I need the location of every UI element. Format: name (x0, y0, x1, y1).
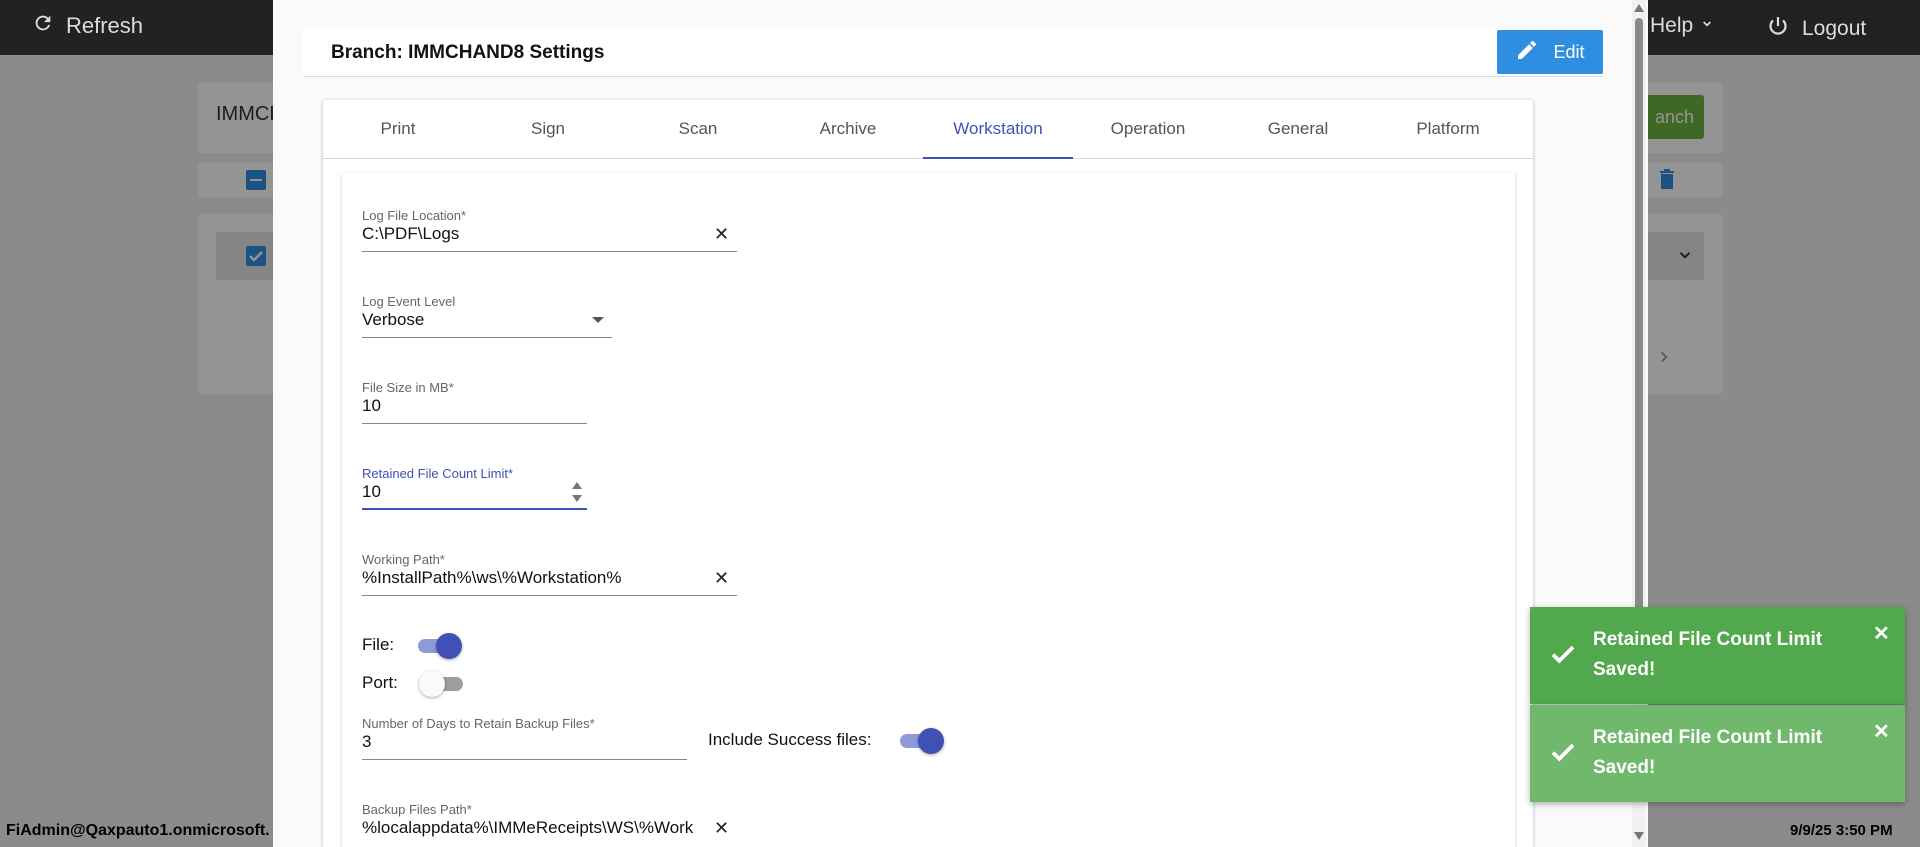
chevron-down-icon (1699, 14, 1715, 38)
clear-icon[interactable]: ✕ (714, 568, 729, 589)
file-toggle-row: File: (362, 633, 562, 665)
log-file-location-label: Log File Location* (362, 208, 467, 223)
file-size-label: File Size in MB* (362, 380, 454, 395)
tab-platform[interactable]: Platform (1373, 100, 1523, 158)
refresh-label: Refresh (66, 13, 144, 38)
include-success-row: Include Success files: (708, 728, 968, 760)
file-toggle-label: File: (362, 635, 395, 654)
backup-path-input[interactable]: %localappdata%\IMMeReceipts\WS\%Work (362, 818, 702, 838)
file-size-field[interactable]: File Size in MB* 10 (362, 380, 587, 425)
retained-file-count-input[interactable]: 10 (362, 482, 381, 502)
working-path-input[interactable]: %InstallPath%\ws\%Workstation% (362, 568, 702, 588)
logout-button[interactable]: Logout (1766, 14, 1866, 44)
success-toast: Retained File Count Limit Saved! ✕ (1530, 705, 1905, 802)
log-event-level-label: Log Event Level (362, 294, 456, 309)
toast-message: Retained File Count Limit Saved! (1593, 727, 1823, 778)
log-file-location-field[interactable]: Log File Location* C:\PDF\Logs ✕ (362, 208, 737, 253)
tab-archive[interactable]: Archive (773, 100, 923, 158)
logout-label: Logout (1802, 17, 1867, 40)
include-success-toggle[interactable] (900, 728, 944, 754)
retain-days-input[interactable]: 3 (362, 732, 371, 752)
branch-settings-dialog: Branch: IMMCHAND8 Settings Edit Print Si… (273, 0, 1648, 847)
log-event-level-value: Verbose (362, 310, 425, 329)
footer-user: FiAdmin@Qaxpauto1.onmicrosoft. (6, 822, 270, 839)
working-path-field[interactable]: Working Path* %InstallPath%\ws\%Workstat… (362, 552, 737, 597)
dialog-title: Branch: IMMCHAND8 Settings (331, 42, 605, 63)
edit-label: Edit (1553, 41, 1585, 62)
scroll-down-arrow-icon[interactable] (1634, 832, 1644, 840)
clear-icon[interactable]: ✕ (714, 224, 729, 245)
log-event-level-select[interactable]: Log Event Level Verbose (362, 294, 612, 339)
power-icon (1766, 14, 1790, 44)
clear-icon[interactable]: ✕ (714, 818, 729, 839)
tab-scan[interactable]: Scan (623, 100, 773, 158)
scroll-up-arrow-icon[interactable] (1634, 4, 1644, 12)
tab-workstation[interactable]: Workstation (923, 100, 1073, 159)
file-size-underline (362, 423, 587, 424)
include-success-label: Include Success files: (708, 730, 872, 749)
toast-message: Retained File Count Limit Saved! (1593, 629, 1823, 680)
log-file-location-input[interactable]: C:\PDF\Logs (362, 224, 702, 244)
refresh-button[interactable]: Refresh (32, 12, 143, 40)
log-file-location-underline (362, 251, 737, 252)
scrollbar-thumb[interactable] (1635, 18, 1643, 613)
log-event-level-underline (362, 337, 612, 338)
toggle-knob (436, 633, 462, 659)
settings-panel: Print Sign Scan Archive Workstation Oper… (323, 100, 1533, 847)
dropdown-arrow-icon (592, 317, 604, 323)
backup-path-label: Backup Files Path* (362, 802, 472, 817)
close-icon[interactable]: ✕ (1873, 621, 1890, 646)
backup-path-field[interactable]: Backup Files Path* %localappdata%\IMMeRe… (362, 802, 737, 847)
working-path-label: Working Path* (362, 552, 445, 567)
check-icon (1548, 737, 1578, 772)
retain-days-underline (362, 759, 687, 760)
port-toggle-label: Port: (362, 673, 398, 692)
settings-tabs: Print Sign Scan Archive Workstation Oper… (323, 100, 1533, 159)
spinner-down-icon[interactable] (572, 495, 582, 502)
tab-operation[interactable]: Operation (1073, 100, 1223, 158)
close-icon[interactable]: ✕ (1873, 719, 1890, 744)
tab-sign[interactable]: Sign (473, 100, 623, 158)
spinner-up-icon[interactable] (572, 482, 582, 489)
tab-general[interactable]: General (1223, 100, 1373, 158)
retained-file-count-field[interactable]: Retained File Count Limit* 10 (362, 466, 587, 512)
edit-button[interactable]: Edit (1497, 30, 1603, 74)
file-size-input[interactable]: 10 (362, 396, 381, 416)
retained-file-count-label: Retained File Count Limit* (362, 466, 514, 481)
file-toggle[interactable] (418, 633, 462, 659)
toggle-knob (918, 728, 944, 754)
toggle-knob (419, 671, 445, 697)
workstation-form: Log File Location* C:\PDF\Logs ✕ Log Eve… (342, 173, 1515, 847)
help-menu[interactable]: Help (1650, 14, 1715, 38)
footer-datetime: 9/9/25 3:50 PM (1790, 822, 1893, 839)
help-label: Help (1650, 14, 1694, 37)
port-toggle-row: Port: (362, 671, 562, 703)
success-toast: Retained File Count Limit Saved! ✕ (1530, 607, 1905, 704)
refresh-icon (32, 12, 54, 40)
retained-file-count-underline (362, 508, 587, 510)
working-path-underline (362, 595, 737, 596)
pencil-icon (1515, 38, 1539, 67)
retain-days-field[interactable]: Number of Days to Retain Backup Files* 3 (362, 716, 687, 761)
port-toggle[interactable] (419, 671, 463, 697)
retain-days-label: Number of Days to Retain Backup Files* (362, 716, 595, 731)
tab-print[interactable]: Print (323, 100, 473, 158)
check-icon (1548, 639, 1578, 674)
